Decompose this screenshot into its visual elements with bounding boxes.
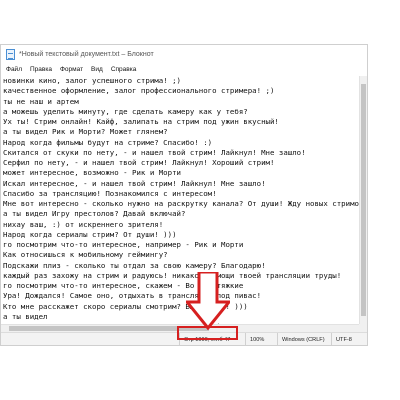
text-editor[interactable]: новинки кино, залог успешного стрима! ;)… (1, 76, 360, 324)
status-zoom: 100% (245, 333, 277, 345)
text-line: качественное оформление, залог профессио… (3, 86, 275, 96)
text-line: Кто мне расскажет скоро сериалы смотрим?… (3, 301, 248, 311)
window-title: *Новый текстовый документ.txt – Блокнот (19, 50, 154, 58)
text-line: го посмотрим что-то интересное, скажем -… (3, 281, 244, 290)
scroll-corner (359, 324, 367, 332)
menu-help[interactable]: Справка (111, 66, 137, 73)
title-bar[interactable]: *Новый текстовый документ.txt – Блокнот (1, 45, 367, 63)
menu-file[interactable]: Файл (6, 66, 22, 73)
text-line: Ух ты! Стрим онлайн! Кайф, залипать на с… (3, 117, 279, 126)
vertical-scroll-thumb[interactable] (361, 84, 366, 316)
text-line: каждый раз захожу на стрим и радуюсь! ни… (3, 270, 342, 280)
menu-format[interactable]: Формат (60, 66, 83, 73)
text-line: может интересное, возможно - Рик и Морти (3, 168, 181, 178)
text-line: Спасибо за трансляцию! Познакомился с ин… (3, 188, 217, 198)
text-line: Как относишься к мобильному геймингу? (3, 250, 168, 260)
text-line: а ты видел Рик и Морти? Может глянем? (3, 127, 168, 137)
text-line: а ты видел (3, 311, 48, 321)
menu-view[interactable]: Вид (91, 66, 103, 73)
menu-edit[interactable]: Правка (30, 66, 52, 73)
text-line: нихау ваш, :) от искреннего зрителя! (3, 219, 164, 229)
menu-bar: Файл Правка Формат Вид Справка (1, 63, 367, 76)
text-line: ты не наш и артем (3, 96, 79, 106)
text-line: новинки кино, залог успешного стрима! ;) (3, 76, 181, 85)
notepad-window: *Новый текстовый документ.txt – Блокнот … (0, 44, 368, 346)
text-line: го посмотрим что-то интересное, например… (3, 240, 244, 249)
text-line: Народ когда сериалы стрим? От души! ))) (3, 229, 177, 239)
text-line: Народ когда фильмы будут на стриме? Спас… (3, 137, 213, 147)
text-line: Мне вот интересно - сколько нужно на рас… (3, 199, 360, 208)
down-arrow-icon (186, 272, 230, 330)
text-line: Подскажи плиз - сколько ты отдал за свою… (3, 260, 266, 270)
text-line: Ура! Дождался! Самое оно, отдыхать в тра… (3, 291, 262, 301)
vertical-scrollbar[interactable] (359, 76, 367, 324)
text-line: а ты видел Игру престолов? Давай включай… (3, 209, 186, 219)
text-line: Скитался от скуки по нету, - и нашел тво… (3, 147, 306, 157)
text-line: Серфил по нету, - и нашел твой стрим! Ла… (3, 158, 275, 167)
notepad-icon (6, 48, 15, 60)
status-encoding: UTF-8 (331, 333, 367, 345)
text-line: а можешь уделить минуту, где сделать кам… (3, 106, 248, 116)
status-line-ending: Windows (CRLF) (277, 333, 331, 345)
text-line: Искал интересное, - и нашел твой стрим! … (3, 178, 266, 188)
